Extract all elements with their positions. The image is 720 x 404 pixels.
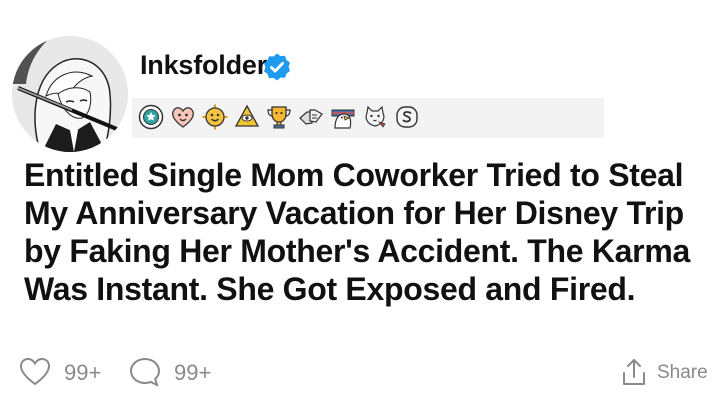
- anime-character-avatar-icon: [12, 36, 128, 152]
- awards-strip: [132, 98, 604, 138]
- username[interactable]: Inksfolder: [140, 50, 267, 81]
- post-title[interactable]: Entitled Single Mom Coworker Tried to St…: [24, 156, 714, 308]
- eye-pyramid-icon[interactable]: [234, 104, 260, 130]
- eagle-icon[interactable]: [330, 104, 356, 130]
- comment-count: 99+: [174, 360, 212, 385]
- share-button[interactable]: Share: [657, 362, 708, 384]
- verified-badge-icon: [264, 53, 290, 81]
- dollar-coin-icon[interactable]: [394, 104, 420, 130]
- post-actions-bar: 99+ 99+ Share: [0, 352, 720, 392]
- post-card: Inksfolder Entitled Single Mom Coworker …: [0, 0, 720, 404]
- heart-icon[interactable]: [18, 356, 52, 388]
- trophy-face-icon[interactable]: [266, 104, 292, 130]
- silver-medal-icon[interactable]: [138, 104, 164, 130]
- cat-face-icon[interactable]: [362, 104, 388, 130]
- fist-bump-icon[interactable]: [298, 104, 324, 130]
- sunny-face-icon[interactable]: [202, 104, 228, 130]
- share-icon[interactable]: [620, 356, 648, 388]
- heart-face-icon[interactable]: [170, 104, 196, 130]
- comment-icon[interactable]: [128, 356, 162, 388]
- like-count: 99+: [64, 360, 102, 385]
- avatar[interactable]: [12, 36, 128, 152]
